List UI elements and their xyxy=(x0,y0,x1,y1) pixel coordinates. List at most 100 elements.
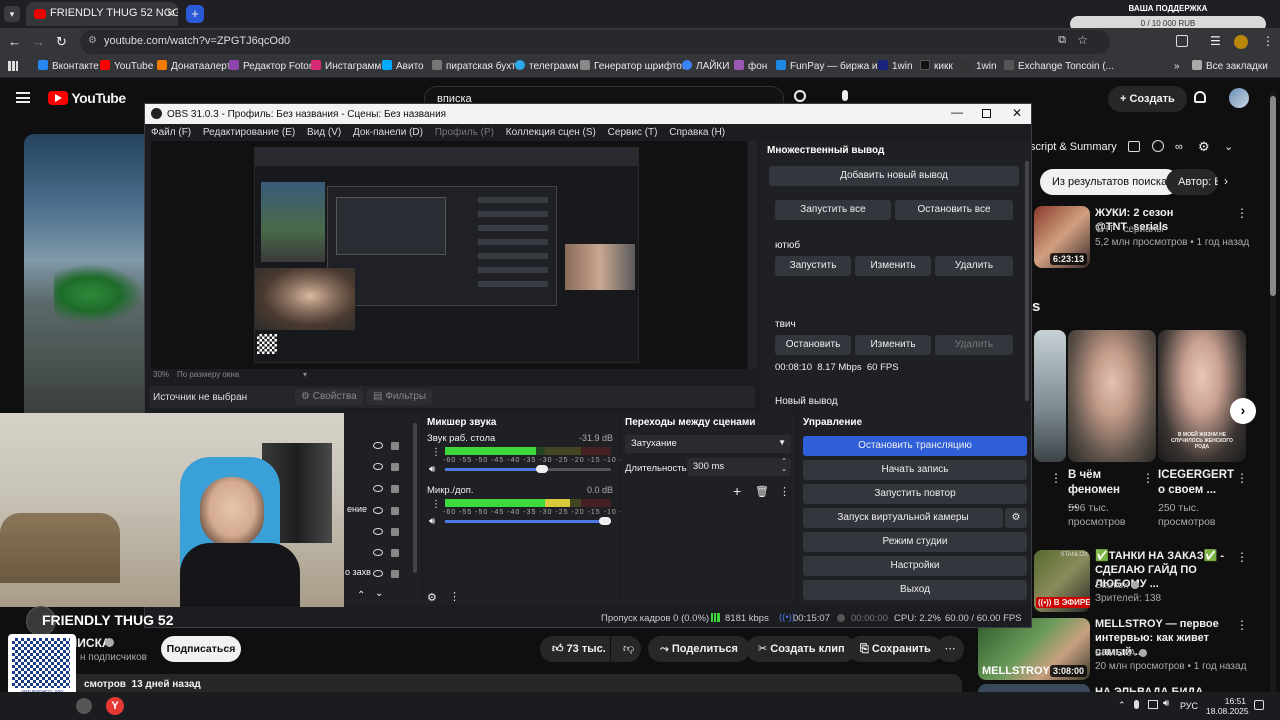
lock-icon[interactable] xyxy=(391,549,399,557)
notifications-bell-icon[interactable] xyxy=(1194,91,1206,103)
source-row[interactable] xyxy=(345,546,421,560)
create-clip-button[interactable]: ✂ Создать клип xyxy=(746,636,857,662)
preview-scrollbar[interactable] xyxy=(749,141,757,369)
volume-icon[interactable]: 🔊︎ xyxy=(1163,698,1169,709)
maximize-icon[interactable] xyxy=(982,109,991,118)
address-bar[interactable]: ⚙ youtube.com/watch?v=ZPGTJ6qcOd0 ⧉ ☆ xyxy=(80,30,1110,54)
dislike-button[interactable]: 👎︎ xyxy=(611,636,641,662)
menu-file[interactable]: Файл (F) xyxy=(151,127,191,138)
bookmark-item[interactable]: Донатаалертс xyxy=(157,60,236,74)
lock-icon[interactable] xyxy=(391,528,399,536)
mixer-settings-icon[interactable]: ⚙ xyxy=(427,591,437,604)
add-output-button[interactable]: Добавить новый вывод xyxy=(769,166,1019,186)
eye-icon[interactable] xyxy=(373,528,383,535)
close-tab-icon[interactable]: ✕ xyxy=(166,7,175,20)
output-delete-button[interactable]: Удалить xyxy=(935,256,1013,276)
short-thumbnail[interactable]: В МОЕЙ ЖИЗНИ НЕ СЛУЧИЛОСЬ ЖЕНСКОГО РОДА xyxy=(1158,330,1246,462)
openai-ext-icon[interactable] xyxy=(1152,140,1164,152)
reload-icon[interactable]: ↻ xyxy=(56,34,67,50)
bookmark-item[interactable]: YouTube xyxy=(100,60,153,74)
glasses-ext-icon[interactable]: ∞ xyxy=(1175,141,1183,153)
scrollbar[interactable] xyxy=(1270,92,1276,692)
bookmark-item[interactable]: Редактор Fotor xyxy=(229,60,312,74)
install-app-icon[interactable]: ⧉ xyxy=(1058,34,1066,47)
apps-grid-icon[interactable] xyxy=(8,61,18,71)
yandex-browser-icon[interactable]: Y xyxy=(106,697,124,715)
eye-icon[interactable] xyxy=(373,549,383,556)
extensions-icon[interactable] xyxy=(1176,35,1188,47)
eye-icon[interactable] xyxy=(373,507,383,514)
source-row[interactable]: о захв xyxy=(345,567,421,581)
lock-icon[interactable] xyxy=(391,463,399,471)
mixer-menu-icon[interactable]: ⋮ xyxy=(449,590,460,603)
bookmark-ext-icon[interactable] xyxy=(1128,141,1140,152)
bookmark-item[interactable]: Инстаграмм xyxy=(311,60,381,74)
search-icon[interactable] xyxy=(794,90,806,102)
stop-stream-button[interactable]: Остановить трансляцию xyxy=(803,436,1027,456)
short-thumbnail[interactable] xyxy=(1068,330,1156,462)
volume-handle[interactable] xyxy=(599,517,611,525)
volume-handle[interactable] xyxy=(535,465,548,473)
reading-list-icon[interactable]: ☰ xyxy=(1210,34,1221,48)
start-all-button[interactable]: Запустить все xyxy=(775,200,891,220)
virtual-camera-settings-button[interactable]: ⚙ xyxy=(1005,508,1027,528)
create-button[interactable]: + Создать xyxy=(1108,86,1187,112)
bookmark-item[interactable]: телеграмм xyxy=(515,60,579,74)
obs-preview[interactable] xyxy=(151,141,747,369)
short-title[interactable]: ICEGERGERT о своем ... xyxy=(1158,468,1234,498)
replay-buffer-button[interactable]: Запустить повтор xyxy=(803,484,1027,504)
rec-channel[interactable]: Stanlox xyxy=(1095,579,1140,593)
bookmark-item[interactable]: 1win xyxy=(962,60,997,74)
virtual-camera-button[interactable]: Запуск виртуальной камеры xyxy=(803,508,1003,528)
lock-icon[interactable] xyxy=(391,507,399,515)
obs-titlebar[interactable]: OBS 31.0.3 - Профиль: Без названия - Сце… xyxy=(145,104,1031,124)
volume-slider[interactable] xyxy=(445,517,611,525)
more-actions-button[interactable]: ⋯ xyxy=(936,636,964,662)
sources-scrollbar[interactable] xyxy=(413,423,417,573)
filters-button[interactable]: ▤ Фильтры xyxy=(367,389,433,405)
more-options-icon[interactable]: ⋮ xyxy=(1236,206,1248,220)
bookmark-item[interactable]: кикк xyxy=(920,60,953,74)
menu-profile[interactable]: Профиль (P) xyxy=(435,127,494,138)
bookmark-item[interactable]: фон xyxy=(734,60,767,74)
profile-avatar[interactable] xyxy=(1234,35,1248,49)
move-up-icon[interactable]: ⌃ xyxy=(357,590,365,601)
tab-search-button[interactable]: ▾ xyxy=(4,6,20,22)
more-options-icon[interactable]: ⋮ xyxy=(1236,471,1248,485)
menu-docks[interactable]: Док-панели (D) xyxy=(353,127,423,138)
browser-tab-active[interactable]: FRIENDLY THUG 52 NGG – пер xyxy=(26,2,178,26)
output-edit-button[interactable]: Изменить xyxy=(855,256,931,276)
studio-mode-button[interactable]: Режим студии xyxy=(803,532,1027,552)
bookmark-item[interactable]: Авито xyxy=(382,60,424,74)
clock[interactable]: 16:51 18.08.2025 xyxy=(1206,696,1249,716)
bookmark-item[interactable]: FunPay — биржа иг... xyxy=(776,60,888,74)
menu-tools[interactable]: Сервис (T) xyxy=(608,127,658,138)
language-indicator[interactable]: РУС xyxy=(1180,701,1198,711)
more-options-icon[interactable]: ⋮ xyxy=(1236,550,1248,564)
lock-icon[interactable] xyxy=(391,485,399,493)
shorts-next-button[interactable]: › xyxy=(1230,398,1256,424)
notifications-icon[interactable] xyxy=(1254,700,1264,710)
menu-help[interactable]: Справка (H) xyxy=(669,127,725,138)
account-avatar[interactable] xyxy=(1229,88,1249,108)
bookmark-item[interactable]: Exchange Toncoin (... xyxy=(1004,60,1114,74)
channel-menu-icon[interactable]: ⋮ xyxy=(431,499,441,510)
source-row[interactable] xyxy=(345,482,421,496)
tray-overflow-icon[interactable]: ⌃ xyxy=(1118,700,1126,711)
transcript-summary-label[interactable]: script & Summary xyxy=(1030,141,1117,153)
source-row[interactable] xyxy=(345,460,421,474)
menu-scene-collection[interactable]: Коллекция сцен (S) xyxy=(506,127,596,138)
chevron-down-icon[interactable]: ⌄ xyxy=(1224,140,1233,153)
new-tab-button[interactable]: + xyxy=(186,5,204,23)
channel-menu-icon[interactable]: ⋮ xyxy=(431,447,441,458)
share-button[interactable]: ⤳ Поделиться xyxy=(648,636,750,662)
taskbar-app-icon[interactable] xyxy=(76,698,92,714)
eye-icon[interactable] xyxy=(373,463,383,470)
speaker-icon[interactable]: 🔊︎ xyxy=(429,516,435,527)
transition-menu-icon[interactable]: ⋮ xyxy=(779,485,790,498)
microphone-icon[interactable] xyxy=(1134,700,1139,709)
stop-all-button[interactable]: Остановить все xyxy=(895,200,1013,220)
short-thumbnail[interactable] xyxy=(1034,330,1066,462)
rec-channel[interactable]: ВПИСКА xyxy=(1095,647,1147,661)
transition-select[interactable]: Затухание ▼ xyxy=(625,435,791,453)
